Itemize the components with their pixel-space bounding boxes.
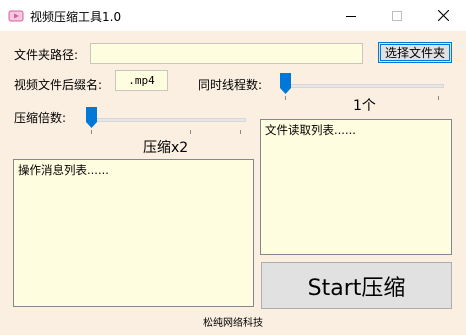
compress-slider-tick bbox=[240, 130, 241, 134]
window-title: 视频压缩工具1.0 bbox=[30, 10, 122, 24]
compress-slider-track bbox=[86, 118, 246, 122]
compress-slider[interactable] bbox=[86, 107, 246, 134]
close-icon bbox=[437, 10, 449, 21]
threads-slider-track bbox=[280, 84, 444, 88]
threads-slider-tick bbox=[438, 96, 439, 100]
footer-company: 松纯网络科技 bbox=[203, 318, 263, 329]
threads-value: 1个 bbox=[353, 98, 376, 114]
minimize-icon bbox=[346, 15, 356, 17]
start-compress-button[interactable]: Start压缩 bbox=[261, 262, 452, 309]
extension-label: 视频文件后缀名: bbox=[14, 78, 103, 92]
threads-slider-tick bbox=[285, 96, 286, 100]
compress-slider-tick bbox=[190, 130, 191, 134]
choose-folder-button[interactable]: 选择文件夹 bbox=[378, 42, 452, 63]
compress-label: 压缩倍数: bbox=[14, 111, 67, 125]
extension-input[interactable]: .mp4 bbox=[115, 70, 168, 91]
title-bar: 视频压缩工具1.0 bbox=[0, 0, 466, 31]
maximize-icon bbox=[392, 10, 402, 21]
message-list-box[interactable]: 操作消息列表...... bbox=[13, 159, 254, 307]
file-list-title: 文件读取列表...... bbox=[265, 123, 356, 137]
folder-path-input[interactable] bbox=[90, 43, 363, 64]
app-video-icon bbox=[8, 8, 24, 24]
threads-label: 同时线程数: bbox=[198, 78, 263, 92]
minimize-button[interactable] bbox=[328, 0, 374, 31]
compress-value: 压缩x2 bbox=[143, 140, 189, 156]
compress-slider-thumb[interactable] bbox=[86, 107, 97, 128]
message-list-title: 操作消息列表...... bbox=[18, 163, 109, 177]
maximize-button[interactable] bbox=[374, 0, 420, 31]
threads-slider-thumb[interactable] bbox=[280, 73, 291, 94]
file-list-box[interactable]: 文件读取列表...... bbox=[260, 119, 452, 255]
folder-path-label: 文件夹路径: bbox=[14, 48, 79, 62]
compress-slider-tick bbox=[91, 130, 92, 134]
close-button[interactable] bbox=[420, 0, 466, 31]
